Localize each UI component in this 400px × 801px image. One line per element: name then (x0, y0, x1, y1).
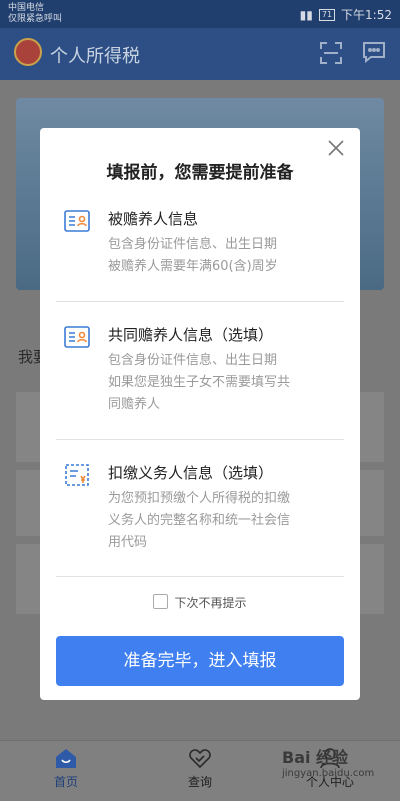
watermark: Bai 经验 jingyan.baidu.com (282, 744, 374, 779)
carrier-label: 中国电信 (8, 3, 45, 13)
item-title: 被赡养人信息 (108, 210, 199, 228)
clock: 下午1:52 (341, 8, 392, 22)
confirm-start-button[interactable]: 准备完毕，进入填报 (56, 636, 344, 686)
divider (56, 576, 344, 577)
heart-icon (189, 749, 211, 769)
close-icon[interactable] (326, 138, 346, 158)
withholding-agent-info-item: 扣缴义务人信息（选填） 为您预扣预缴个人所得税的扣缴 义务人的完整名称和统一社会… (56, 458, 344, 568)
message-icon[interactable] (362, 41, 386, 63)
tax-receipt-icon (65, 464, 89, 486)
app-header: 个人所得税 (0, 28, 400, 80)
emblem-icon (14, 38, 42, 66)
status-left: 中国电信 仅限紧急呼叫 (8, 3, 62, 25)
dont-show-again-checkbox[interactable] (153, 594, 169, 609)
id-card-icon (64, 210, 90, 232)
watermark-logo: Bai 经验 (282, 748, 349, 767)
nav-query-label: 查询 (187, 775, 212, 789)
scan-icon[interactable] (320, 42, 342, 64)
co-supporter-info-item: 共同赡养人信息（选填） 包含身份证件信息、出生日期 如果您是独生子女不需要填写共… (56, 320, 344, 430)
item-title: 扣缴义务人信息（选填） (108, 464, 274, 482)
dont-show-again-row[interactable]: 下次不再提示 (40, 594, 360, 611)
status-bar: 中国电信 仅限紧急呼叫 ▮▮ 71 下午1:52 (0, 0, 400, 28)
nav-query[interactable]: 查询 (160, 747, 240, 790)
emergency-label: 仅限紧急呼叫 (8, 14, 63, 24)
home-icon (56, 749, 76, 768)
signal-icon: ▮▮ (299, 7, 313, 22)
item-description: 包含身份证件信息、出生日期 如果您是独生子女不需要填写共 同赡养人 (108, 353, 291, 412)
item-description: 包含身份证件信息、出生日期 被赡养人需要年满60(含)周岁 (108, 237, 278, 274)
item-description: 为您预扣预缴个人所得税的扣缴 义务人的完整名称和统一社会信 用代码 (108, 491, 291, 550)
divider (56, 439, 344, 440)
battery-indicator: 71 (318, 8, 336, 21)
preparation-dialog: 填报前，您需要提前准备 被赡养人信息 包含身份证件信息、出生日期 被赡养人需要年… (40, 128, 360, 700)
app-title: 个人所得税 (50, 46, 140, 67)
watermark-url: jingyan.baidu.com (282, 768, 375, 779)
id-card-icon (64, 326, 90, 348)
nav-home[interactable]: 首页 (26, 747, 106, 790)
dependent-info-item: 被赡养人信息 包含身份证件信息、出生日期 被赡养人需要年满60(含)周岁 (56, 204, 344, 294)
dialog-title: 填报前，您需要提前准备 (106, 163, 294, 183)
checkbox-label: 下次不再提示 (174, 596, 247, 610)
divider (56, 301, 344, 302)
status-right: ▮▮ 71 下午1:52 (300, 6, 392, 23)
nav-home-label: 首页 (53, 775, 78, 789)
item-title: 共同赡养人信息（选填） (108, 326, 274, 344)
